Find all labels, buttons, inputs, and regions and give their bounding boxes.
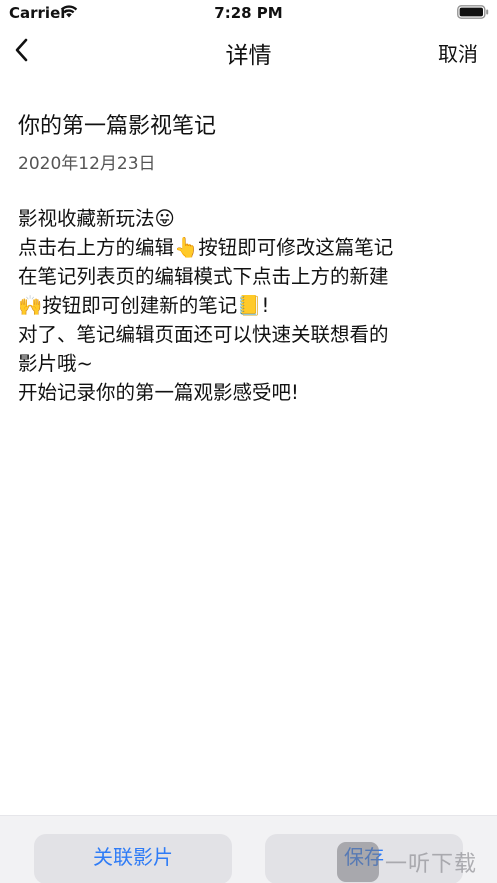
note-line: 🙌按钮即可创建新的笔记📒! xyxy=(18,294,270,317)
status-bar: Carrier 7:28 PM xyxy=(0,0,497,26)
battery-icon xyxy=(457,5,489,19)
watermark-text: 一听下载 xyxy=(385,852,478,877)
note-date: 2020年12月23日 xyxy=(18,154,156,174)
watermark: 一听下载 xyxy=(337,840,497,883)
note-line: 对了、笔记编辑页面还可以快速关联想看的 xyxy=(18,323,389,346)
note-line: 开始记录你的第一篇观影感受吧! xyxy=(18,381,299,404)
watermark-logo-icon xyxy=(337,842,379,882)
note-line: 影片哦~ xyxy=(18,352,93,375)
note-line: 影视收藏新玩法😛 xyxy=(18,207,175,230)
page-title: 详情 xyxy=(225,43,272,69)
note-body[interactable]: 影视收藏新玩法😛 点击右上方的编辑👆按钮即可修改这篇笔记 在笔记列表页的编辑模式… xyxy=(18,204,488,407)
navigation-bar: 详情 取消 xyxy=(0,26,497,74)
clock-label: 7:28 PM xyxy=(214,4,283,22)
note-title: 你的第一篇影视笔记 xyxy=(18,114,217,139)
cancel-button[interactable]: 取消 xyxy=(438,38,478,67)
note-line: 在笔记列表页的编辑模式下点击上方的新建 xyxy=(18,265,389,288)
note-line: 点击右上方的编辑👆按钮即可修改这篇笔记 xyxy=(18,236,394,259)
link-movie-button[interactable]: 关联影片 xyxy=(34,834,232,883)
